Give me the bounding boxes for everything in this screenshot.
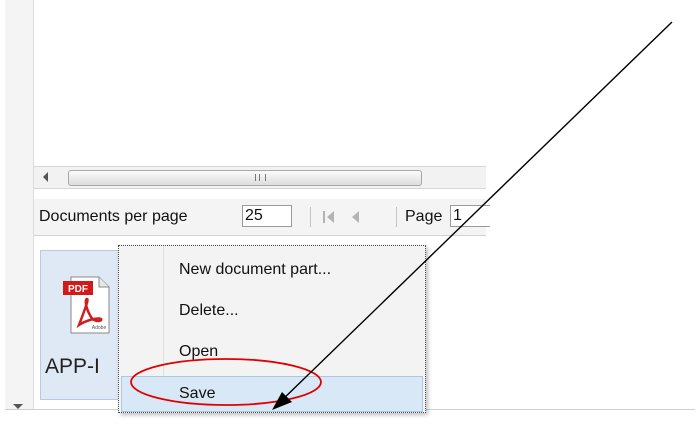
page-number-input[interactable] xyxy=(450,205,490,227)
menu-item-open[interactable]: Open xyxy=(121,334,423,370)
pdf-badge-text: PDF xyxy=(68,284,88,295)
page-label: Page xyxy=(405,208,443,225)
menu-item-save[interactable]: Save xyxy=(121,376,423,412)
pagination-toolbar: Documents per page Page xyxy=(34,199,490,236)
menu-item-label: New document part... xyxy=(179,261,332,278)
toolbar-separator xyxy=(396,207,397,227)
horizontal-scrollbar[interactable] xyxy=(34,166,486,189)
scroll-left-arrow-icon[interactable] xyxy=(43,172,48,182)
previous-page-icon[interactable] xyxy=(352,211,359,223)
documents-per-page-input[interactable] xyxy=(242,205,292,227)
pdf-brand-text: Adobe xyxy=(92,325,107,331)
menu-item-new-document-part[interactable]: New document part... xyxy=(121,252,423,288)
documents-per-page-label: Documents per page xyxy=(39,208,188,225)
menu-item-label: Open xyxy=(179,343,219,360)
menu-item-label: Delete... xyxy=(179,302,239,319)
scroll-thumb[interactable] xyxy=(68,170,422,186)
context-menu: New document part... Delete... Open Save xyxy=(118,245,426,413)
first-page-icon[interactable] xyxy=(323,211,335,223)
menu-item-delete[interactable]: Delete... xyxy=(121,293,423,329)
toolbar-separator xyxy=(310,207,311,227)
vertical-scrollbar[interactable] xyxy=(5,0,34,410)
thumb-grip-icon xyxy=(255,174,266,181)
pdf-icon: PDF Adobe xyxy=(63,276,110,334)
menu-item-label: Save xyxy=(179,385,216,402)
